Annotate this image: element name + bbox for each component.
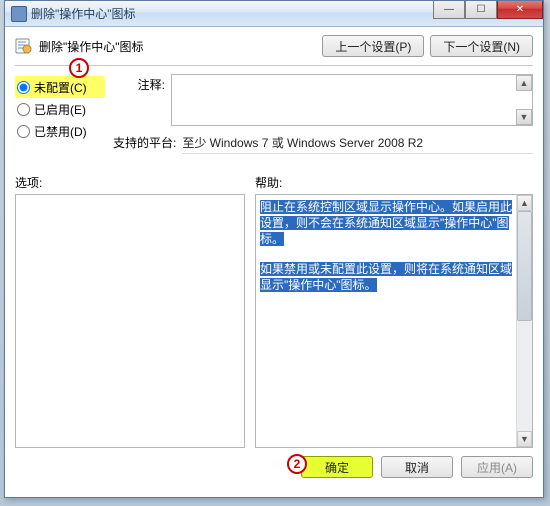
config-area: 1 未配置(C) 已启用(E) 已禁用(D) 注释: ▲	[15, 74, 533, 160]
next-setting-button[interactable]: 下一个设置(N)	[430, 35, 533, 57]
radio-enabled[interactable]: 已启用(E)	[15, 98, 105, 120]
window-controls: — ☐ ✕	[433, 1, 543, 19]
divider	[15, 65, 533, 66]
comment-textbox[interactable]: ▲ ▼	[171, 74, 533, 126]
radio-disabled-label: 已禁用(D)	[34, 123, 87, 140]
help-text[interactable]: 阻止在系统控制区域显示操作中心。如果启用此设置，则不会在系统通知区域显示"操作中…	[260, 199, 512, 307]
dialog-window: 删除"操作中心"图标 — ☐ ✕ 删除"操作中心"图标	[4, 0, 544, 498]
help-scrollbar[interactable]: ▲ ▼	[516, 195, 532, 447]
callout-1: 1	[69, 58, 89, 78]
policy-icon	[15, 37, 33, 55]
radio-not-configured-input[interactable]	[17, 81, 30, 94]
radio-disabled-input[interactable]	[17, 125, 30, 138]
scroll-down-icon[interactable]: ▼	[516, 109, 532, 125]
close-icon: ✕	[516, 4, 524, 15]
cancel-button[interactable]: 取消	[381, 456, 453, 478]
footer-buttons: 2 确定 取消 应用(A)	[15, 456, 533, 478]
minimize-button[interactable]: —	[433, 1, 465, 19]
ok-button[interactable]: 确定	[301, 456, 373, 478]
header-title: 删除"操作中心"图标	[39, 38, 144, 55]
close-button[interactable]: ✕	[497, 1, 543, 19]
help-paragraph-1: 阻止在系统控制区域显示操作中心。如果启用此设置，则不会在系统通知区域显示"操作中…	[260, 200, 512, 246]
platform-value: 至少 Windows 7 或 Windows Server 2008 R2	[182, 132, 533, 154]
scrollbar-thumb[interactable]	[517, 211, 532, 321]
radio-disabled[interactable]: 已禁用(D)	[15, 120, 105, 142]
options-label: 选项:	[15, 174, 255, 191]
right-column: 注释: ▲ ▼ 支持的平台: 至少 Windows 7 或 Windows Se…	[113, 74, 533, 160]
radio-enabled-input[interactable]	[17, 103, 30, 116]
lower-labels: 选项: 帮助:	[15, 174, 533, 191]
scrollbar-down-icon[interactable]: ▼	[517, 431, 532, 447]
minimize-icon: —	[444, 4, 454, 15]
lower-panels: 阻止在系统控制区域显示操作中心。如果启用此设置，则不会在系统通知区域显示"操作中…	[15, 194, 533, 448]
platform-row: 支持的平台: 至少 Windows 7 或 Windows Server 200…	[113, 132, 533, 154]
titlebar: 删除"操作中心"图标 — ☐ ✕	[5, 1, 543, 27]
apply-button[interactable]: 应用(A)	[461, 456, 533, 478]
comment-label: 注释:	[113, 74, 165, 126]
options-panel	[15, 194, 245, 448]
comment-row: 注释: ▲ ▼	[113, 74, 533, 126]
scrollbar-up-icon[interactable]: ▲	[517, 195, 532, 211]
header-left: 删除"操作中心"图标	[15, 37, 144, 55]
radio-enabled-label: 已启用(E)	[34, 101, 86, 118]
maximize-button[interactable]: ☐	[465, 1, 497, 19]
platform-label: 支持的平台:	[113, 132, 176, 154]
radio-not-configured[interactable]: 1 未配置(C)	[15, 76, 105, 98]
nav-buttons: 上一个设置(P) 下一个设置(N)	[322, 35, 533, 57]
help-panel: 阻止在系统控制区域显示操作中心。如果启用此设置，则不会在系统通知区域显示"操作中…	[255, 194, 533, 448]
scroll-up-icon[interactable]: ▲	[516, 75, 532, 91]
radio-not-configured-label: 未配置(C)	[34, 79, 87, 96]
radio-group: 1 未配置(C) 已启用(E) 已禁用(D)	[15, 74, 105, 160]
app-icon	[11, 6, 27, 22]
help-label: 帮助:	[255, 174, 282, 191]
help-paragraph-2: 如果禁用或未配置此设置，则将在系统通知区域显示"操作中心"图标。	[260, 262, 512, 292]
maximize-icon: ☐	[477, 4, 486, 15]
header-row: 删除"操作中心"图标 上一个设置(P) 下一个设置(N)	[15, 35, 533, 57]
content-area: 删除"操作中心"图标 上一个设置(P) 下一个设置(N) 1 未配置(C) 已启…	[5, 27, 543, 488]
prev-setting-button[interactable]: 上一个设置(P)	[322, 35, 424, 57]
window-title: 删除"操作中心"图标	[31, 5, 136, 22]
